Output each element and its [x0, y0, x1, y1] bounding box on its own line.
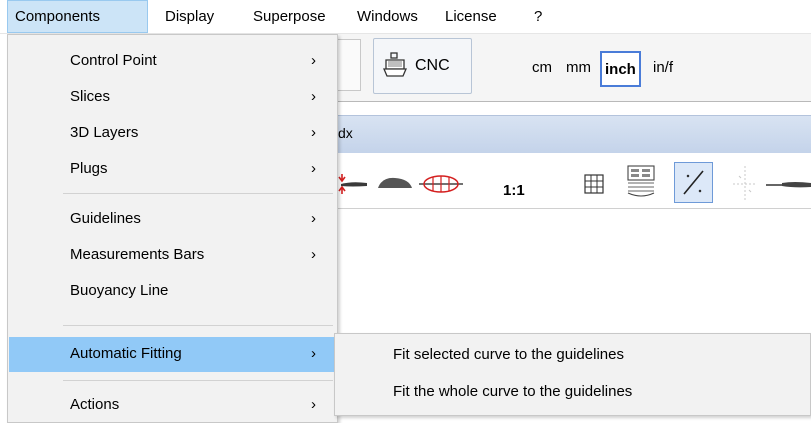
unit-in-f[interactable]: in/f: [653, 57, 673, 79]
document-tab-label: dx: [338, 125, 353, 141]
menu-superpose[interactable]: Superpose: [246, 0, 333, 33]
submenu-item-label: Fit the whole curve to the guidelines: [393, 383, 633, 400]
menu-item-label: Slices: [70, 88, 111, 105]
menu-item-measurements-bars[interactable]: Measurements Bars ›: [9, 238, 336, 273]
deck-shape-icon[interactable]: [338, 172, 368, 199]
menu-item-actions[interactable]: Actions ›: [9, 388, 336, 423]
menu-license[interactable]: License: [438, 0, 504, 33]
menu-item-label: Actions: [70, 396, 120, 413]
menu-item-buoyancy-line[interactable]: Buoyancy Line: [9, 274, 336, 309]
menu-item-plugs[interactable]: Plugs ›: [9, 152, 336, 187]
unit-mm[interactable]: mm: [566, 57, 591, 79]
slice-grid-icon[interactable]: [419, 174, 463, 197]
cnc-button-label: CNC: [415, 57, 450, 74]
menu-item-label: Guidelines: [70, 210, 141, 227]
components-dropdown-menu: Control Point › Slices › 3D Layers › Plu…: [7, 34, 338, 423]
menu-separator: [63, 380, 333, 381]
menu-separator: [63, 325, 333, 326]
unit-inch-selected[interactable]: inch: [600, 51, 641, 87]
grid-icon[interactable]: [584, 174, 604, 197]
cnc-button[interactable]: CNC: [373, 38, 472, 94]
submenu-item-fit-whole-curve[interactable]: Fit the whole curve to the guidelines: [335, 375, 810, 410]
submenu-arrow-icon: ›: [311, 345, 316, 362]
menu-item-label: Plugs: [70, 160, 108, 177]
submenu-arrow-icon: ›: [311, 88, 316, 105]
unit-cm[interactable]: cm: [532, 57, 552, 79]
document-title-bar: dx: [338, 115, 811, 154]
hull-side-icon[interactable]: [377, 175, 413, 196]
submenu-arrow-icon: ›: [311, 160, 316, 177]
submenu-arrow-icon: ›: [311, 396, 316, 413]
submenu-arrow-icon: ›: [311, 124, 316, 141]
curvature-tool-icon: [683, 170, 704, 195]
submenu-arrow-icon: ›: [311, 210, 316, 227]
menu-components[interactable]: Components: [7, 0, 148, 33]
menu-item-guidelines[interactable]: Guidelines ›: [9, 202, 336, 237]
submenu-item-label: Fit selected curve to the guidelines: [393, 346, 624, 363]
menu-item-label: Control Point: [70, 52, 157, 69]
menu-separator: [63, 193, 333, 194]
board-profile-icon[interactable]: [764, 178, 811, 194]
toolbar-button-partial[interactable]: [338, 39, 361, 91]
menu-item-label: Buoyancy Line: [70, 282, 169, 299]
menu-display[interactable]: Display: [158, 0, 221, 33]
curvature-tool-button-pressed[interactable]: [674, 162, 713, 203]
submenu-item-fit-selected-curve[interactable]: Fit selected curve to the guidelines: [335, 338, 810, 373]
menu-item-label: 3D Layers: [70, 124, 139, 141]
menu-item-label: Measurements Bars: [70, 246, 205, 263]
menu-item-control-point[interactable]: Control Point ›: [9, 44, 336, 79]
menu-bar: Components Display Superpose Windows Lic…: [0, 0, 811, 34]
menu-item-3d-layers[interactable]: 3D Layers ›: [9, 116, 336, 151]
menu-help[interactable]: ?: [527, 0, 549, 33]
menu-item-label: Automatic Fitting: [70, 345, 182, 362]
submenu-arrow-icon: ›: [311, 246, 316, 263]
cnc-machine-icon: [383, 52, 407, 81]
automatic-fitting-submenu: Fit selected curve to the guidelines Fit…: [334, 333, 811, 416]
scale-1-1-button[interactable]: 1:1: [503, 182, 525, 199]
menu-windows[interactable]: Windows: [350, 0, 425, 33]
crosshair-icon[interactable]: [730, 164, 760, 207]
menu-item-automatic-fitting[interactable]: Automatic Fitting ›: [9, 337, 336, 372]
layers-panel-icon[interactable]: [626, 165, 658, 202]
menu-item-slices[interactable]: Slices ›: [9, 80, 336, 115]
submenu-arrow-icon: ›: [311, 52, 316, 69]
